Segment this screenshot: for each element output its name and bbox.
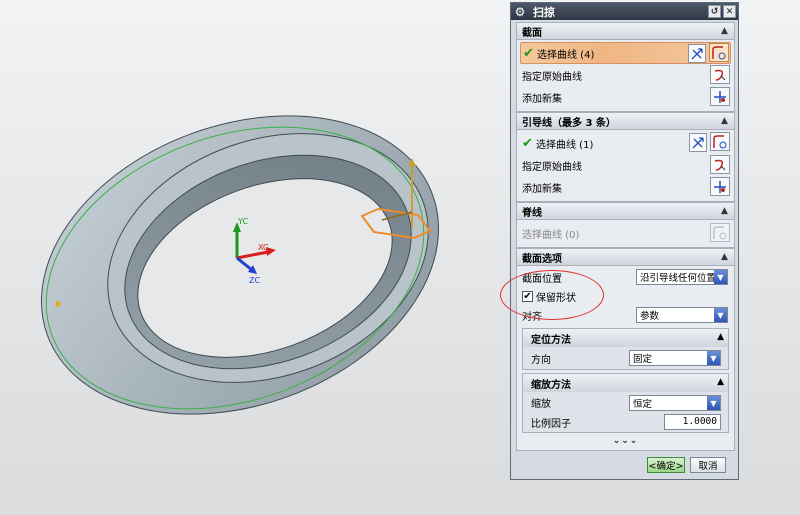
align-row: 对齐 参数 ▼ (520, 306, 731, 325)
spine-group-title: 脊线 (522, 207, 542, 219)
section-group-body: ✔ 选择曲线 (4) 指定原始曲线 添加新集 (516, 40, 735, 112)
dialog-titlebar[interactable]: ⚙ 扫掠 ↺ ✕ (511, 3, 738, 20)
align-value: 参数 (640, 311, 660, 322)
direction-value: 固定 (633, 354, 653, 365)
dialog-title: 扫掠 (533, 5, 555, 19)
section-group-header[interactable]: 截面 ▲ (516, 22, 735, 40)
yc-label: YC (237, 217, 248, 226)
chevron-down-icon[interactable]: ▼ (714, 270, 727, 284)
spine-select-curve-label: 选择曲线 (0) (522, 229, 580, 241)
reverse-direction-icon[interactable] (689, 133, 707, 152)
chevron-down-icon[interactable]: ▼ (714, 308, 727, 322)
spine-group-body: 选择曲线 (0) (516, 220, 735, 248)
chevron-up-icon[interactable]: ▲ (718, 25, 731, 37)
scale-row: 缩放 恒定 ▼ (523, 392, 728, 413)
section-position-value: 沿引导线任何位置 (640, 273, 717, 284)
chevron-up-icon[interactable]: ▲ (718, 251, 731, 263)
direction-dropdown[interactable]: 固定 ▼ (629, 350, 721, 366)
chevron-up-icon[interactable]: ▲ (718, 115, 731, 127)
scaling-method-title: 缩放方法 (531, 379, 571, 391)
guides-select-curve-label: 选择曲线 (1) (536, 139, 594, 151)
sweep-model-view: YC XC ZC (0, 63, 481, 466)
section-add-new-set-label: 添加新集 (522, 93, 562, 105)
guides-group-title: 引导线（最多 3 条） (522, 117, 616, 129)
curve-select-icon (710, 223, 730, 242)
cancel-button[interactable]: 取消 (690, 457, 726, 473)
dialog-footer: <确定> 取消 (511, 455, 738, 475)
direction-row: 方向 固定 ▼ (523, 347, 728, 369)
more-options-toggle[interactable]: ⌄⌄⌄ (520, 436, 731, 448)
scale-factor-row: 比例因子 1.0000 (523, 413, 728, 432)
align-dropdown[interactable]: 参数 ▼ (636, 307, 728, 323)
scale-value: 恒定 (633, 399, 653, 410)
point-marker (55, 301, 61, 307)
checkmark-icon: ✔ (522, 135, 533, 151)
guides-add-new-set-row[interactable]: 添加新集 (520, 176, 731, 198)
origin-curve-icon[interactable] (710, 155, 730, 174)
curve-select-icon[interactable] (710, 132, 730, 151)
scale-label: 缩放 (531, 399, 551, 410)
direction-label: 方向 (531, 354, 551, 366)
sweep-dialog: ⚙ 扫掠 ↺ ✕ 截面 ▲ ✔ 选择曲线 (4) 指定原始曲线 添加新集 引导线… (510, 2, 739, 480)
orientation-method-header[interactable]: 定位方法 ▲ (523, 329, 728, 347)
section-group-title: 截面 (522, 27, 542, 39)
chevron-up-icon[interactable]: ▲ (717, 332, 724, 342)
preserve-shape-label: 保留形状 (536, 293, 576, 304)
guides-specify-origin-row[interactable]: 指定原始曲线 (520, 154, 731, 176)
section-specify-origin-row[interactable]: 指定原始曲线 (520, 64, 731, 86)
section-select-curve-label: 选择曲线 (4) (537, 49, 595, 61)
preserve-shape-row[interactable]: ✔ 保留形状 (520, 287, 731, 306)
ring-body[interactable] (0, 63, 481, 466)
reverse-direction-icon[interactable] (688, 44, 706, 63)
section-add-new-set-row[interactable]: 添加新集 (520, 86, 731, 108)
curve-select-icon[interactable] (709, 43, 729, 62)
add-set-icon[interactable] (710, 87, 730, 106)
checkmark-icon: ✔ (523, 45, 534, 61)
graphics-viewport[interactable]: YC XC ZC (0, 0, 510, 515)
ok-button[interactable]: <确定> (647, 457, 685, 473)
section-options-body: 截面位置 沿引导线任何位置 ▼ ✔ 保留形状 对齐 参数 ▼ 定位方法 ▲ 方向… (516, 266, 735, 451)
orientation-method-title: 定位方法 (531, 334, 571, 346)
zc-label: ZC (249, 276, 260, 285)
chevron-down-icon[interactable]: ▼ (707, 396, 720, 410)
preserve-shape-checkbox[interactable]: ✔ (522, 291, 533, 302)
section-position-label: 截面位置 (522, 274, 562, 285)
align-label: 对齐 (522, 312, 542, 323)
add-set-icon[interactable] (710, 177, 730, 196)
section-specify-origin-label: 指定原始曲线 (522, 71, 582, 83)
spine-group-header[interactable]: 脊线 ▲ (516, 202, 735, 220)
spine-select-curve-row: 选择曲线 (0) (520, 222, 731, 244)
origin-curve-icon[interactable] (710, 65, 730, 84)
chevron-down-icon[interactable]: ▼ (707, 351, 720, 365)
reset-icon[interactable]: ↺ (708, 5, 721, 18)
scale-dropdown[interactable]: 恒定 ▼ (629, 395, 721, 411)
gear-icon[interactable]: ⚙ (513, 5, 527, 19)
section-select-curve-row[interactable]: ✔ 选择曲线 (4) (520, 42, 731, 64)
chevron-up-icon[interactable]: ▲ (718, 205, 731, 217)
scale-factor-input[interactable]: 1.0000 (664, 414, 721, 430)
section-position-row: 截面位置 沿引导线任何位置 ▼ (520, 268, 731, 287)
scale-factor-label: 比例因子 (531, 419, 571, 430)
orientation-method-group: 定位方法 ▲ 方向 固定 ▼ (522, 328, 729, 370)
scaling-method-group: 缩放方法 ▲ 缩放 恒定 ▼ 比例因子 1.0000 (522, 373, 729, 433)
section-options-header[interactable]: 截面选项 ▲ (516, 248, 735, 266)
guides-add-new-set-label: 添加新集 (522, 183, 562, 195)
guides-group-header[interactable]: 引导线（最多 3 条） ▲ (516, 112, 735, 130)
guides-specify-origin-label: 指定原始曲线 (522, 161, 582, 173)
guides-group-body: ✔ 选择曲线 (1) 指定原始曲线 添加新集 (516, 130, 735, 202)
chevron-up-icon[interactable]: ▲ (717, 377, 724, 387)
guides-select-curve-row[interactable]: ✔ 选择曲线 (1) (520, 132, 731, 154)
section-options-title: 截面选项 (522, 253, 562, 265)
section-position-dropdown[interactable]: 沿引导线任何位置 ▼ (636, 269, 728, 285)
xc-label: XC (258, 243, 269, 252)
scaling-method-header[interactable]: 缩放方法 ▲ (523, 374, 728, 392)
close-icon[interactable]: ✕ (723, 5, 736, 18)
